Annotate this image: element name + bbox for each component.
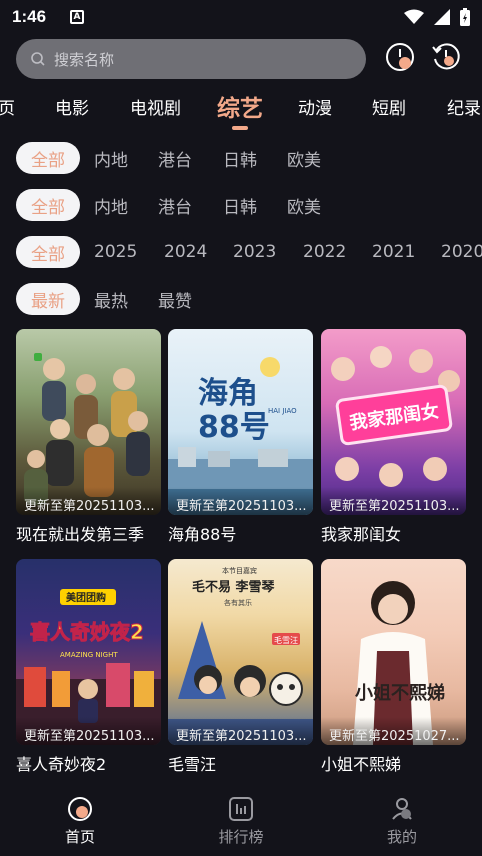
update-label: 更新至第20251103... (168, 717, 313, 745)
status-bar: 1:46 A (0, 0, 482, 34)
bottom-nav: 首页 排行榜 我的 (0, 796, 482, 856)
filter-chip[interactable]: 最新 (16, 283, 80, 315)
nav-ranking[interactable]: 排行榜 (191, 796, 291, 847)
poster-text: 海角 (198, 376, 258, 411)
update-label: 更新至第20251103... (168, 487, 313, 515)
filter-chip[interactable]: 2020 (441, 236, 482, 268)
tab-movies[interactable]: 电影 (55, 94, 89, 119)
search-icon (31, 52, 45, 66)
update-label: 更新至第20251103... (321, 487, 466, 515)
filter-chip[interactable]: 欧美 (287, 142, 321, 174)
show-poster[interactable]: 小姐不熙娣 更新至第20251027... (321, 559, 466, 745)
history-clock-icon[interactable] (384, 41, 416, 73)
show-card[interactable]: 本节目嘉宾 毛不易 李雪琴 各有其乐 毛雪汪 更新至第20251103... 毛… (168, 559, 313, 775)
filter-chip[interactable]: 2025 (94, 236, 137, 268)
show-card[interactable]: 更新至第20251103... 现在就出发第三季 (16, 329, 161, 545)
poster-text: 美团团购 (66, 591, 106, 604)
filter-chip[interactable]: 日韩 (223, 189, 257, 221)
tab-tv-series[interactable]: 电视剧 (130, 94, 181, 119)
show-card[interactable]: 我家那闺女 更新至第20251103... 我家那闺女 (321, 329, 466, 545)
show-poster[interactable]: 本节目嘉宾 毛不易 李雪琴 各有其乐 毛雪汪 更新至第20251103... (168, 559, 313, 745)
nav-profile[interactable]: 我的 (352, 796, 452, 847)
refresh-clock-icon[interactable] (430, 41, 462, 73)
filter-chip[interactable]: 港台 (158, 189, 192, 221)
poster-text: 88号 (198, 410, 270, 445)
filter-chip[interactable]: 2023 (233, 236, 276, 268)
filter-chip[interactable]: 港台 (158, 142, 192, 174)
tab-documentary[interactable]: 纪录 (447, 94, 481, 119)
wifi-icon (404, 9, 424, 24)
filter-chip[interactable]: 2024 (164, 236, 207, 268)
tab-variety[interactable]: 综艺 (217, 89, 263, 123)
poster-text: 喜人奇妙夜2 (30, 620, 144, 644)
show-title: 小姐不熙娣 (321, 755, 402, 774)
poster-text: 本节目嘉宾 (222, 566, 257, 575)
filter-chip[interactable]: 内地 (94, 142, 128, 174)
tab-short-drama[interactable]: 短剧 (372, 94, 406, 119)
home-icon (68, 797, 92, 821)
signal-icon (434, 9, 450, 25)
show-poster[interactable]: 海角 88号 HAI JIAO 更新至第20251103... (168, 329, 313, 515)
poster-text: HAI JIAO (268, 407, 297, 415)
active-tab-indicator (232, 126, 248, 130)
filter-sort-row: 最新 最热 最赞 (0, 283, 482, 317)
filter-chip[interactable]: 最热 (94, 283, 128, 315)
search-row: 搜索名称 (16, 38, 466, 80)
filter-region-row-2: 全部 内地 港台 日韩 欧美 (0, 189, 482, 223)
battery-icon (460, 8, 470, 26)
search-placeholder: 搜索名称 (54, 50, 115, 69)
nav-home[interactable]: 首页 (30, 796, 130, 847)
tab-home[interactable]: 页 (0, 94, 15, 119)
nav-label: 排行榜 (218, 828, 264, 846)
ranking-icon (229, 797, 253, 821)
category-tabs: 页 电影 电视剧 综艺 动漫 短剧 纪录 (0, 84, 482, 130)
show-poster[interactable]: 我家那闺女 更新至第20251103... (321, 329, 466, 515)
poster-text: 毛不易 李雪琴 (192, 579, 276, 595)
show-title: 现在就出发第三季 (16, 525, 145, 544)
poster-text: AMAZING NIGHT (60, 651, 118, 659)
update-label: 更新至第20251027... (321, 717, 466, 745)
filter-year-row: 全部 2025 2024 2023 2022 2021 2020 (0, 236, 482, 270)
show-title: 毛雪汪 (168, 755, 217, 774)
status-time: 1:46 (12, 7, 47, 26)
show-card[interactable]: 美团团购 喜人奇妙夜2 AMAZING NIGHT 更新至第20251103..… (16, 559, 161, 775)
poster-text: 毛雪汪 (274, 635, 298, 645)
filter-region-row-1: 全部 内地 港台 日韩 欧美 (0, 142, 482, 176)
show-title: 我家那闺女 (321, 525, 402, 544)
show-card[interactable]: 小姐不熙娣 更新至第20251027... 小姐不熙娣 (321, 559, 466, 775)
update-label: 更新至第20251103... (16, 487, 161, 515)
filter-chip[interactable]: 全部 (16, 142, 80, 174)
show-title: 海角88号 (168, 525, 237, 544)
poster-text: 各有其乐 (224, 598, 252, 607)
show-poster[interactable]: 更新至第20251103... (16, 329, 161, 515)
search-input[interactable]: 搜索名称 (16, 39, 366, 79)
filter-chip[interactable]: 日韩 (223, 142, 257, 174)
filter-chip[interactable]: 2022 (303, 236, 346, 268)
filter-chip[interactable]: 2021 (372, 236, 415, 268)
filter-chip[interactable]: 最赞 (158, 283, 192, 315)
update-label: 更新至第20251103... (16, 717, 161, 745)
nav-label: 我的 (386, 828, 417, 846)
nav-label: 首页 (64, 828, 95, 846)
filter-chip[interactable]: 全部 (16, 236, 80, 268)
profile-icon (392, 798, 412, 820)
show-poster[interactable]: 美团团购 喜人奇妙夜2 AMAZING NIGHT 更新至第20251103..… (16, 559, 161, 745)
filter-chip[interactable]: 欧美 (287, 189, 321, 221)
filter-chip[interactable]: 全部 (16, 189, 80, 221)
filter-chip[interactable]: 内地 (94, 189, 128, 221)
notification-icon: A (70, 10, 85, 24)
show-title: 喜人奇妙夜2 (16, 755, 107, 774)
poster-text: 小姐不熙娣 (355, 682, 445, 704)
tab-anime[interactable]: 动漫 (298, 94, 332, 119)
show-card[interactable]: 海角 88号 HAI JIAO 更新至第20251103... 海角88号 (168, 329, 313, 545)
